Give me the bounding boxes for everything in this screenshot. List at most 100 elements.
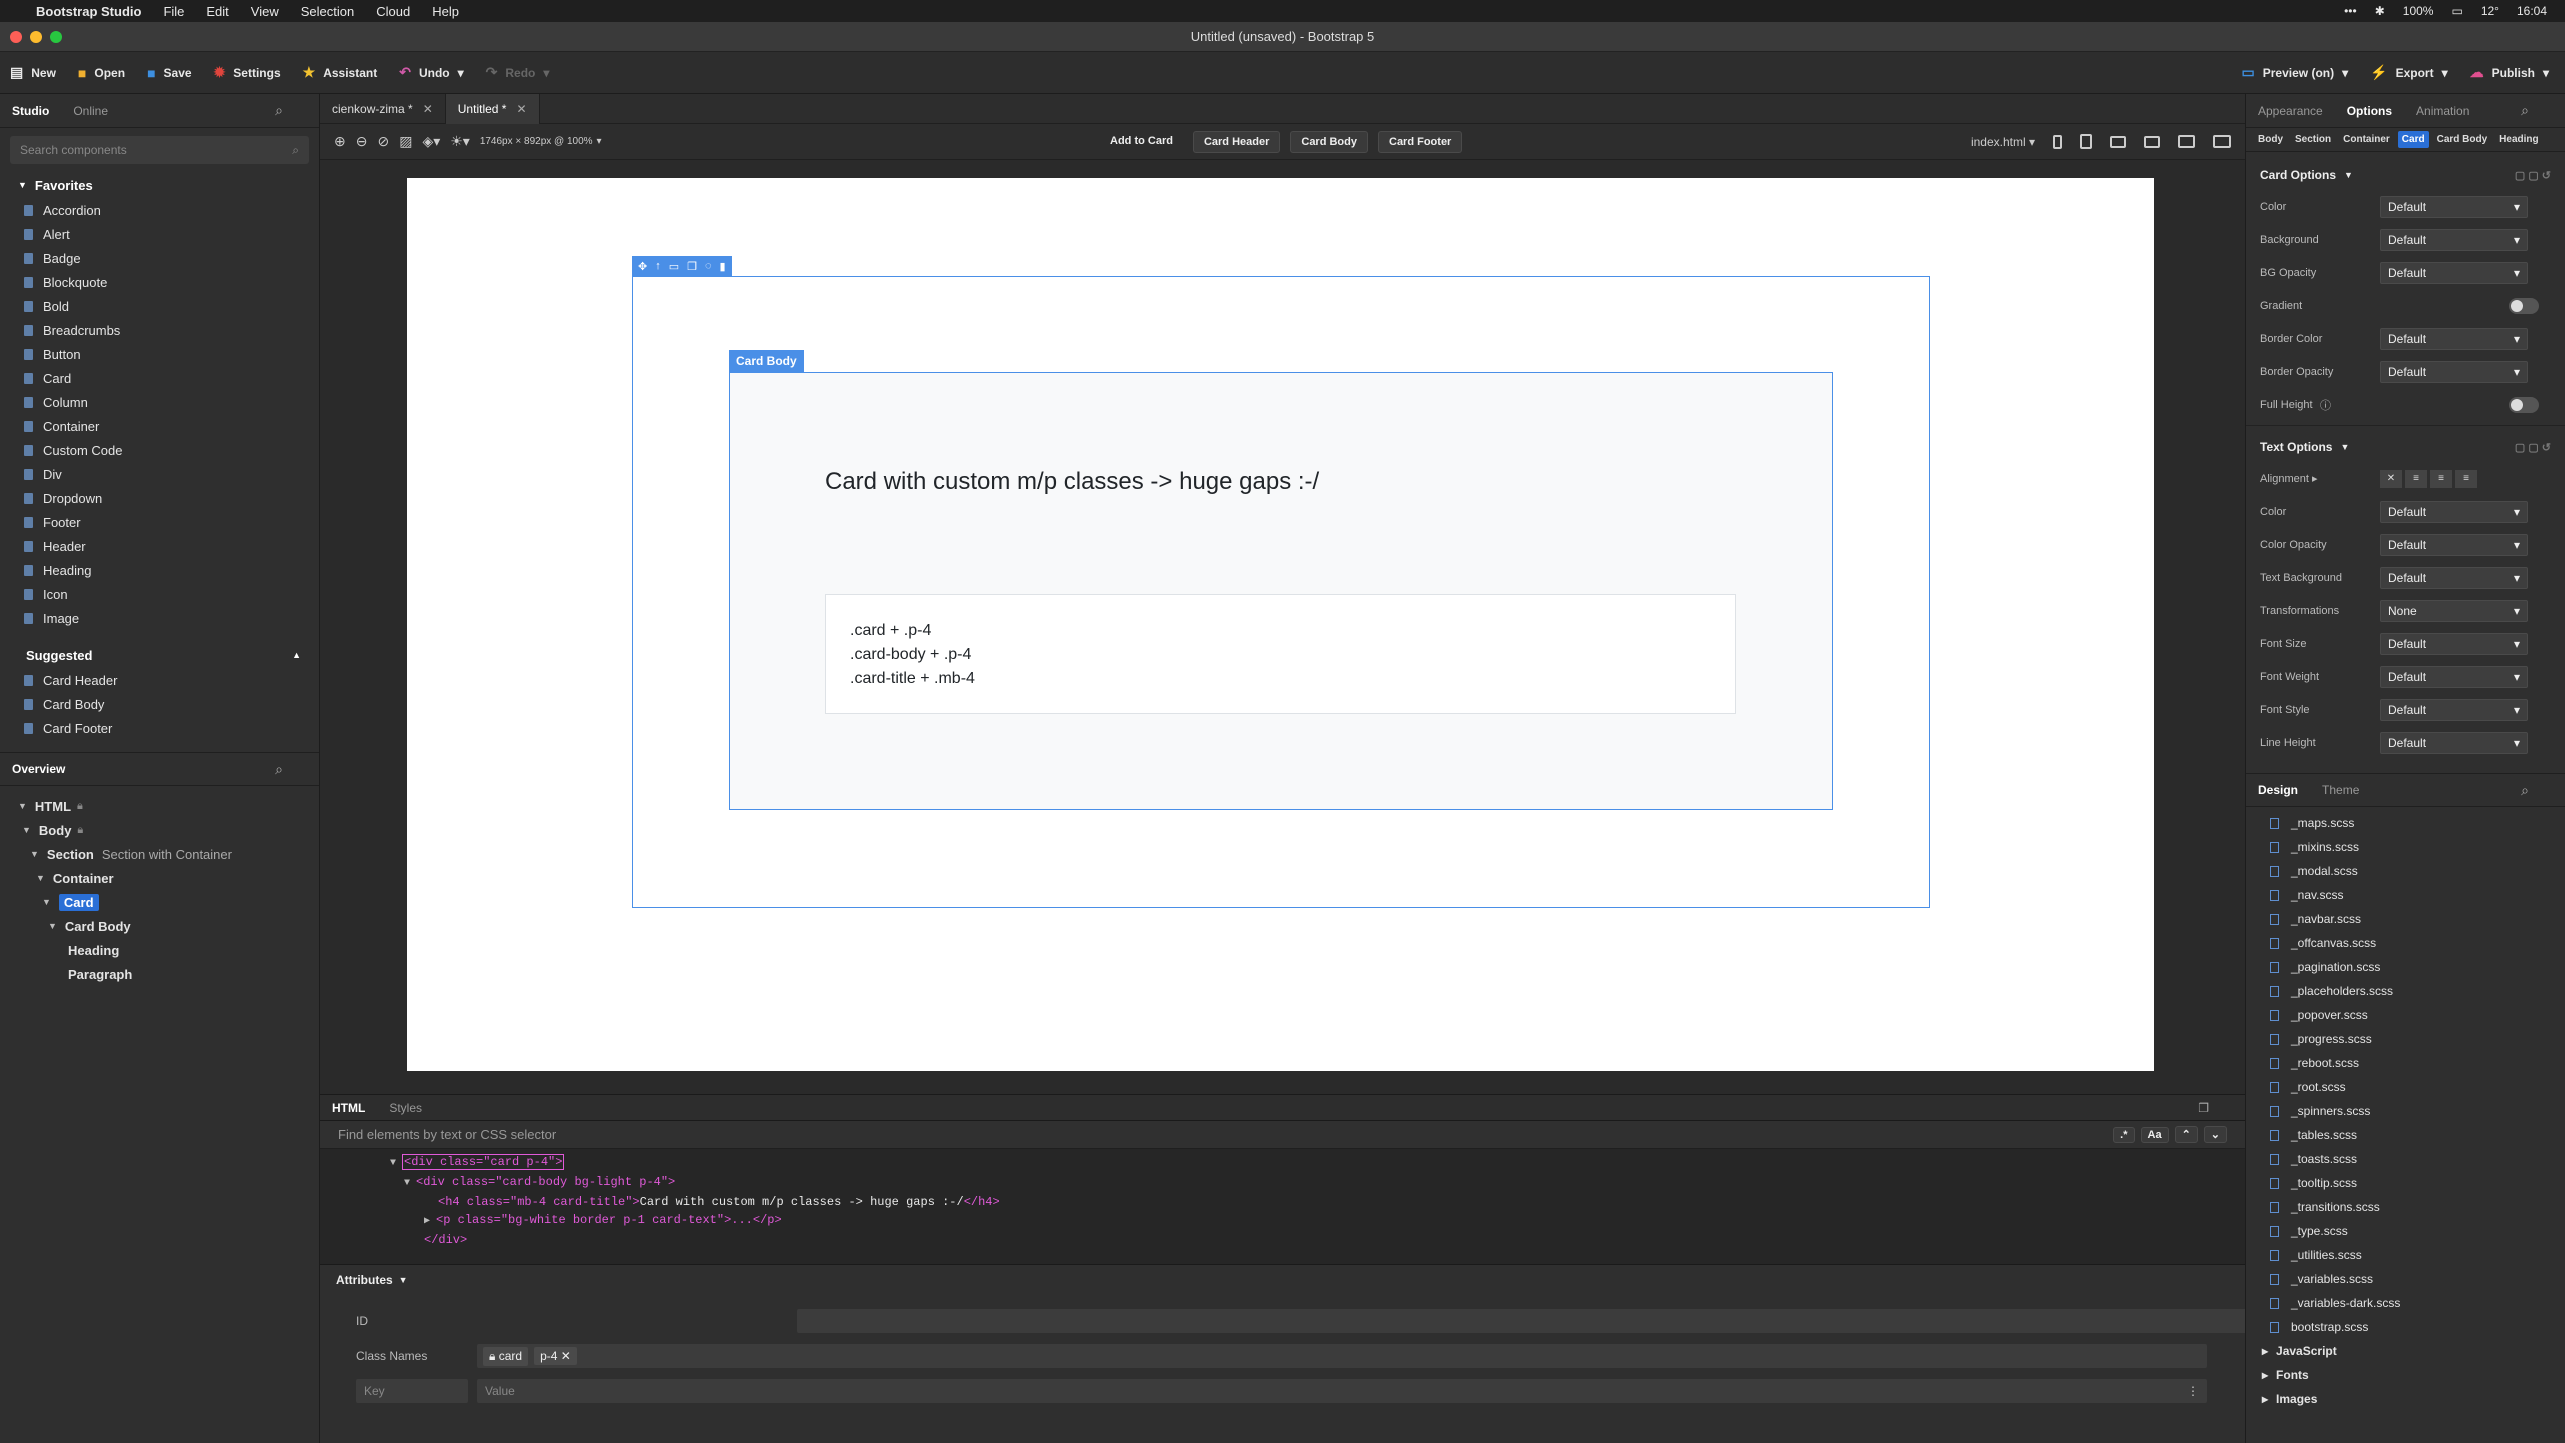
component-badge[interactable]: Badge	[0, 246, 319, 270]
help-icon[interactable]: ⓘ	[2320, 397, 2331, 413]
component-div[interactable]: Div	[0, 462, 319, 486]
file-tab-cienkow[interactable]: cienkow-zima * ✕	[320, 93, 446, 124]
component-blockquote[interactable]: Blockquote	[0, 270, 319, 294]
page-select[interactable]: index.html ▾	[1971, 135, 2035, 149]
tablet-icon[interactable]	[2080, 134, 2092, 149]
open-button[interactable]: ■ Open	[78, 65, 125, 81]
battery-icon[interactable]: ▭	[2451, 4, 2462, 18]
desktop-icon[interactable]	[2178, 135, 2195, 148]
settings-button[interactable]: ✹ Settings	[214, 64, 281, 81]
menu-view[interactable]: View	[251, 4, 279, 19]
more-icon[interactable]: •••	[2344, 4, 2357, 18]
close-window-button[interactable]	[10, 31, 22, 43]
popout-icon[interactable]: ❐	[2198, 1101, 2209, 1115]
background-select[interactable]: Default ▾	[2380, 228, 2528, 251]
align-right-icon[interactable]: ≡	[2455, 469, 2477, 488]
search-icon[interactable]: ⌕	[275, 102, 283, 119]
publish-button[interactable]: ☁ Publish ▾	[2470, 64, 2549, 81]
component-button[interactable]: Button	[0, 342, 319, 366]
border-opacity-select[interactable]: Default ▾	[2380, 360, 2528, 383]
card-options-header[interactable]: Card Options ▼ ▢ ▢ ↺	[2246, 160, 2565, 190]
search-icon[interactable]: ⌕	[275, 761, 283, 778]
tab-online[interactable]: Online	[73, 104, 108, 118]
value-input[interactable]: Value ⋮	[477, 1379, 2207, 1403]
bluetooth-icon[interactable]: ✱	[2375, 4, 2385, 18]
scss-file[interactable]: _spinners.scss	[2246, 1099, 2565, 1123]
component-card[interactable]: Card	[0, 366, 319, 390]
scss-file[interactable]: _placeholders.scss	[2246, 979, 2565, 1003]
tree-section[interactable]: ▼ Section Section with Container	[0, 842, 319, 866]
menu-help[interactable]: Help	[432, 4, 459, 19]
scss-file[interactable]: _variables.scss	[2246, 1267, 2565, 1291]
font-size-select[interactable]: Default ▾	[2380, 632, 2528, 655]
card-title[interactable]: Card with custom m/p classes -> huge gap…	[825, 468, 1319, 496]
font-weight-select[interactable]: Default ▾	[2380, 665, 2528, 688]
component-custom-code[interactable]: Custom Code	[0, 438, 319, 462]
image-icon[interactable]: ▨	[399, 133, 412, 150]
tree-html[interactable]: ▼ HTML 🔒︎	[0, 794, 319, 818]
card-body-button[interactable]: Card Body	[1290, 130, 1368, 153]
brightness-icon[interactable]: ☀▾	[450, 133, 470, 150]
tree-body[interactable]: ▼ Body 🔒︎	[0, 818, 319, 842]
folder-images[interactable]: ▸ Images	[2246, 1387, 2565, 1411]
tree-container[interactable]: ▼ Container	[0, 866, 319, 890]
weather-temp[interactable]: 12°	[2481, 4, 2499, 18]
component-image[interactable]: Image	[0, 606, 319, 630]
tab-appearance[interactable]: Appearance	[2258, 104, 2323, 118]
component-alert[interactable]: Alert	[0, 222, 319, 246]
undo-button[interactable]: ↶ Undo ▾	[399, 64, 463, 81]
scss-file[interactable]: _popover.scss	[2246, 1003, 2565, 1027]
class-pill-p4[interactable]: p-4 ✕	[534, 1347, 577, 1365]
scss-file[interactable]: _type.scss	[2246, 1219, 2565, 1243]
align-left-icon[interactable]: ≡	[2405, 469, 2427, 488]
menu-edit[interactable]: Edit	[206, 4, 228, 19]
copy-paste-reset-icon[interactable]: ▢ ▢ ↺	[2515, 169, 2551, 182]
scss-file[interactable]: _toasts.scss	[2246, 1147, 2565, 1171]
scss-file[interactable]: _progress.scss	[2246, 1027, 2565, 1051]
laptop-icon[interactable]	[2144, 135, 2160, 148]
transformations-select[interactable]: None ▾	[2380, 599, 2528, 622]
bg-opacity-select[interactable]: Default ▾	[2380, 261, 2528, 284]
tree-card[interactable]: ▼ Card	[0, 890, 319, 914]
subtab-body[interactable]: Body	[2254, 131, 2287, 148]
regex-button[interactable]: .*	[2113, 1126, 2135, 1143]
scss-file[interactable]: _utilities.scss	[2246, 1243, 2565, 1267]
zoom-out-icon[interactable]: ⊖	[356, 133, 368, 150]
app-name-menu[interactable]: Bootstrap Studio	[36, 4, 141, 19]
minimize-window-button[interactable]	[30, 31, 42, 43]
export-button[interactable]: ⚡ Export ▾	[2370, 64, 2447, 81]
hide-icon[interactable]: ◌	[705, 260, 712, 272]
tab-overview[interactable]: Overview	[12, 762, 65, 776]
scss-file[interactable]: _nav.scss	[2246, 883, 2565, 907]
close-icon[interactable]: ✕	[423, 102, 433, 116]
code-line[interactable]: </div>	[320, 1231, 2245, 1249]
card-body-element[interactable]	[729, 372, 1833, 810]
component-breadcrumbs[interactable]: Breadcrumbs	[0, 318, 319, 342]
line-height-select[interactable]: Default ▾	[2380, 731, 2528, 754]
tab-animation[interactable]: Animation	[2416, 104, 2469, 118]
color-select[interactable]: Default ▾	[2380, 195, 2528, 218]
component-column[interactable]: Column	[0, 390, 319, 414]
color-select[interactable]: Default ▾	[2380, 500, 2528, 523]
disable-icon[interactable]: ⊘	[377, 133, 389, 150]
assistant-button[interactable]: ★ Assistant	[303, 64, 378, 81]
code-line[interactable]: ▼ <div class="card-body bg-light p-4">	[320, 1173, 2245, 1193]
suggested-card-header[interactable]: Card Header	[0, 668, 319, 692]
card-header-button[interactable]: Card Header	[1192, 130, 1281, 153]
full-height-toggle[interactable]	[2509, 396, 2539, 413]
zoom-in-icon[interactable]: ⊕	[334, 133, 346, 150]
select-icon[interactable]: ▭	[669, 260, 679, 273]
canvas-size-readout[interactable]: 1746px × 892px @ 100%	[480, 136, 593, 147]
preview-button[interactable]: ▭ Preview (on) ▾	[2242, 64, 2349, 81]
tab-html[interactable]: HTML	[332, 1101, 365, 1115]
redo-button[interactable]: ↷ Redo ▾	[486, 64, 550, 81]
kebab-menu-icon[interactable]: ⋮	[2187, 1384, 2199, 1398]
tab-theme[interactable]: Theme	[2322, 783, 2359, 797]
folder-fonts[interactable]: ▸ Fonts	[2246, 1363, 2565, 1387]
tab-options[interactable]: Options	[2347, 104, 2392, 118]
class-pill-card[interactable]: 🔒︎ card	[483, 1346, 529, 1366]
code-line[interactable]: <h4 class="mb-4 card-title">Card with cu…	[320, 1193, 2245, 1211]
subtab-card[interactable]: Card	[2397, 131, 2429, 148]
close-icon[interactable]: ✕	[516, 102, 526, 116]
clock[interactable]: 16:04	[2517, 4, 2547, 18]
